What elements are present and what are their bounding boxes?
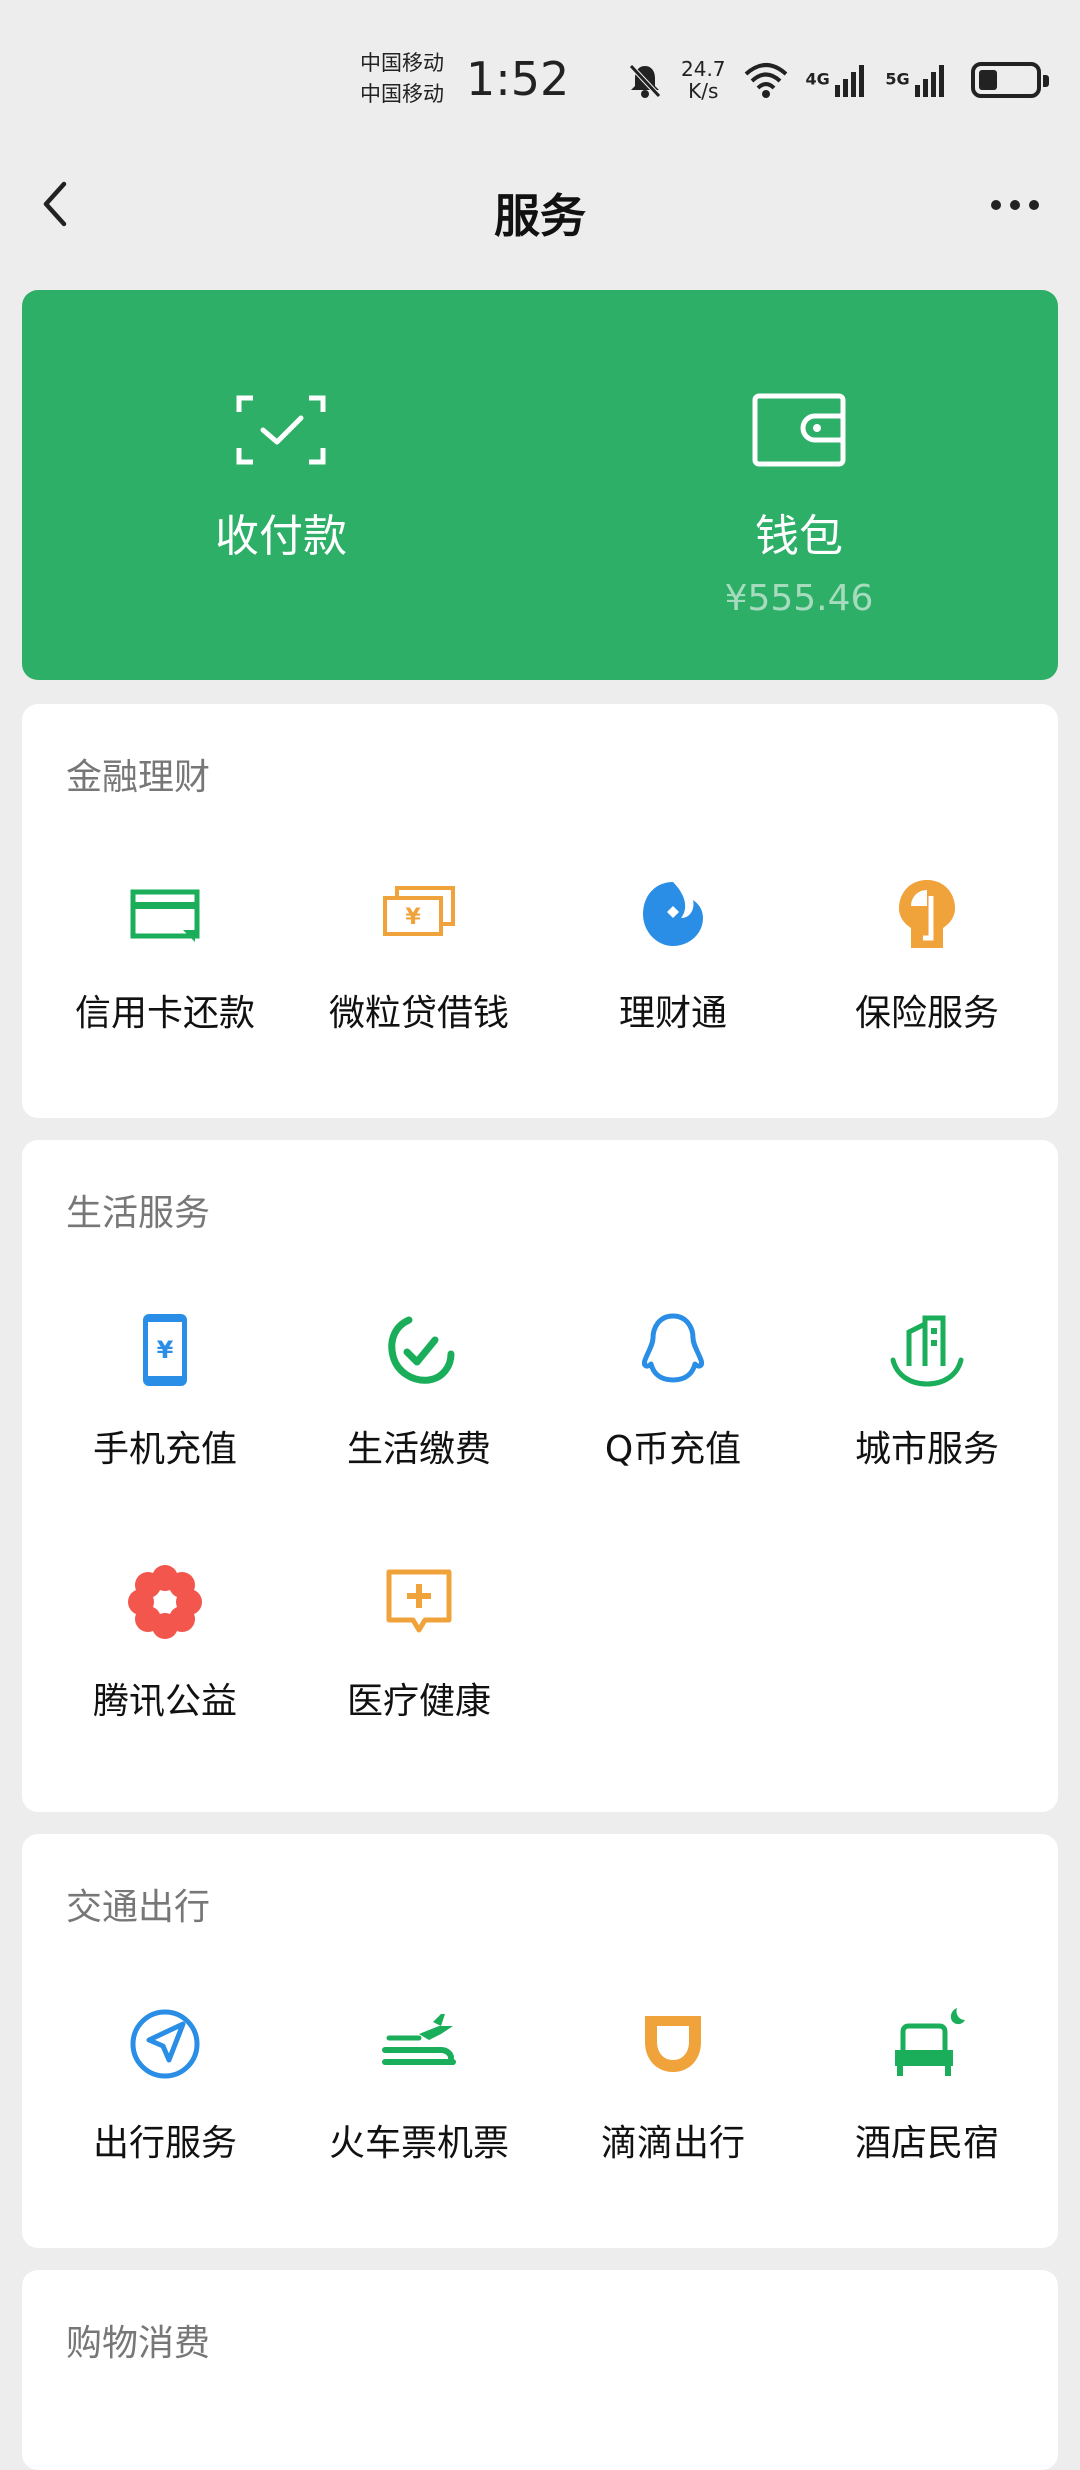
insurance-button[interactable]: 保险服务 <box>800 874 1054 1074</box>
tile-label: 火车票机票 <box>328 2123 509 2164</box>
wifi-icon <box>744 63 787 98</box>
train-plane-icon <box>382 2014 456 2065</box>
medical-icon <box>386 1569 452 1633</box>
carrier-2: 中国移动 <box>360 82 444 106</box>
phone-topup-icon: ¥ <box>143 1314 187 1386</box>
wealth-icon <box>643 882 703 946</box>
section-title: 金融理财 <box>66 757 211 798</box>
tencent-charity-button[interactable]: 腾讯公益 <box>38 1562 292 1762</box>
wallet-balance: ¥555.46 <box>724 578 874 619</box>
tile-label: 微粒贷借钱 <box>328 993 509 1034</box>
tile-label: 理财通 <box>618 993 727 1034</box>
scan-check-icon <box>236 395 326 465</box>
wallet-label: 钱包 <box>755 511 843 562</box>
wallet-icon <box>752 393 846 467</box>
status-icons: 24.7 K/s 4G 5G <box>625 52 1050 108</box>
travel-section: 交通出行 出行服务 火车票机票 滴滴出行 酒店民宿 <box>22 1834 1058 2248</box>
hotel-homestay-button[interactable]: 酒店民宿 <box>800 2004 1054 2204</box>
svg-text:¥: ¥ <box>157 1336 174 1364</box>
weilidai-loan-button[interactable]: ¥ 微粒贷借钱 <box>292 874 546 1074</box>
more-dot-icon <box>1010 200 1020 210</box>
credit-card-repay-button[interactable]: 信用卡还款 <box>38 874 292 1074</box>
nav-bar: 服务 <box>0 150 1080 260</box>
tile-label: 信用卡还款 <box>74 993 255 1034</box>
bill-payment-button[interactable]: 生活缴费 <box>292 1310 546 1510</box>
tile-label: 腾讯公益 <box>92 1681 237 1722</box>
money-notes-icon: ¥ <box>383 886 455 936</box>
shopping-section: 购物消费 <box>22 2270 1058 2470</box>
speed-value: 24.7 <box>681 57 726 81</box>
penguin-icon <box>642 1313 704 1383</box>
life-services-section: 生活服务 ¥ 手机充值 生活缴费 Q币充值 城市服务 腾讯公益 医疗健康 <box>22 1140 1058 1812</box>
network-speed: 24.7 K/s <box>681 58 726 102</box>
pay-receive-button[interactable]: 收付款 <box>22 290 540 680</box>
train-plane-tickets-button[interactable]: 火车票机票 <box>292 2004 546 2204</box>
didi-button[interactable]: 滴滴出行 <box>546 2004 800 2204</box>
status-bar: 中国移动 中国移动 1:52 24.7 K/s 4G 5G <box>0 0 1080 150</box>
tile-label: Q币充值 <box>604 1429 742 1470</box>
travel-services-button[interactable]: 出行服务 <box>38 2004 292 2204</box>
more-dot-icon <box>991 200 1001 210</box>
hotel-bed-icon <box>895 2008 965 2076</box>
section-title: 交通出行 <box>66 1887 211 1928</box>
mute-bell-icon <box>629 64 661 98</box>
tile-label: 医疗健康 <box>346 1681 491 1722</box>
tile-label: 出行服务 <box>92 2123 237 2164</box>
page-title: 服务 <box>494 189 586 243</box>
tile-label: 滴滴出行 <box>600 2123 745 2164</box>
payment-wallet-card: 收付款 钱包 ¥555.46 <box>22 290 1058 680</box>
qcoin-topup-button[interactable]: Q币充值 <box>546 1310 800 1510</box>
didi-icon <box>645 2016 701 2072</box>
navigation-icon <box>130 2009 200 2079</box>
finance-section: 金融理财 信用卡还款 ¥ 微粒贷借钱 理财通 保险服务 <box>22 704 1058 1118</box>
carrier-1: 中国移动 <box>360 51 444 75</box>
phone-topup-button[interactable]: ¥ 手机充值 <box>38 1310 292 1510</box>
city-icon <box>890 1315 964 1387</box>
clock: 1:52 <box>466 52 570 106</box>
tile-label: 生活缴费 <box>346 1429 491 1470</box>
signal-bars-icon <box>915 65 945 97</box>
more-button[interactable] <box>980 175 1050 235</box>
section-title: 生活服务 <box>66 1193 211 1234</box>
credit-card-icon <box>130 889 200 942</box>
net-1-label: 4G <box>805 69 830 89</box>
medical-health-button[interactable]: 医疗健康 <box>292 1562 546 1762</box>
charity-flower-icon <box>128 1565 202 1639</box>
carrier-info: 中国移动 中国移动 <box>360 48 444 110</box>
signal-4g: 4G <box>806 63 870 97</box>
pay-receive-label: 收付款 <box>215 511 347 562</box>
city-services-button[interactable]: 城市服务 <box>800 1310 1054 1510</box>
section-title: 购物消费 <box>66 2323 211 2364</box>
tile-label: 城市服务 <box>854 1429 999 1470</box>
wallet-button[interactable]: 钱包 ¥555.46 <box>540 290 1058 680</box>
licaitong-button[interactable]: 理财通 <box>546 874 800 1074</box>
tile-label: 酒店民宿 <box>854 2123 999 2164</box>
net-2-label: 5G <box>885 69 910 89</box>
more-dot-icon <box>1029 200 1039 210</box>
bill-payment-icon <box>388 1316 455 1384</box>
tile-label: 手机充值 <box>92 1429 237 1470</box>
signal-5g: 5G <box>885 63 949 97</box>
insurance-icon <box>899 880 955 948</box>
tile-label: 保险服务 <box>854 993 999 1034</box>
speed-unit: K/s <box>688 79 719 103</box>
svg-text:¥: ¥ <box>405 905 421 930</box>
signal-bars-icon <box>835 65 865 97</box>
battery-icon <box>971 62 1050 98</box>
